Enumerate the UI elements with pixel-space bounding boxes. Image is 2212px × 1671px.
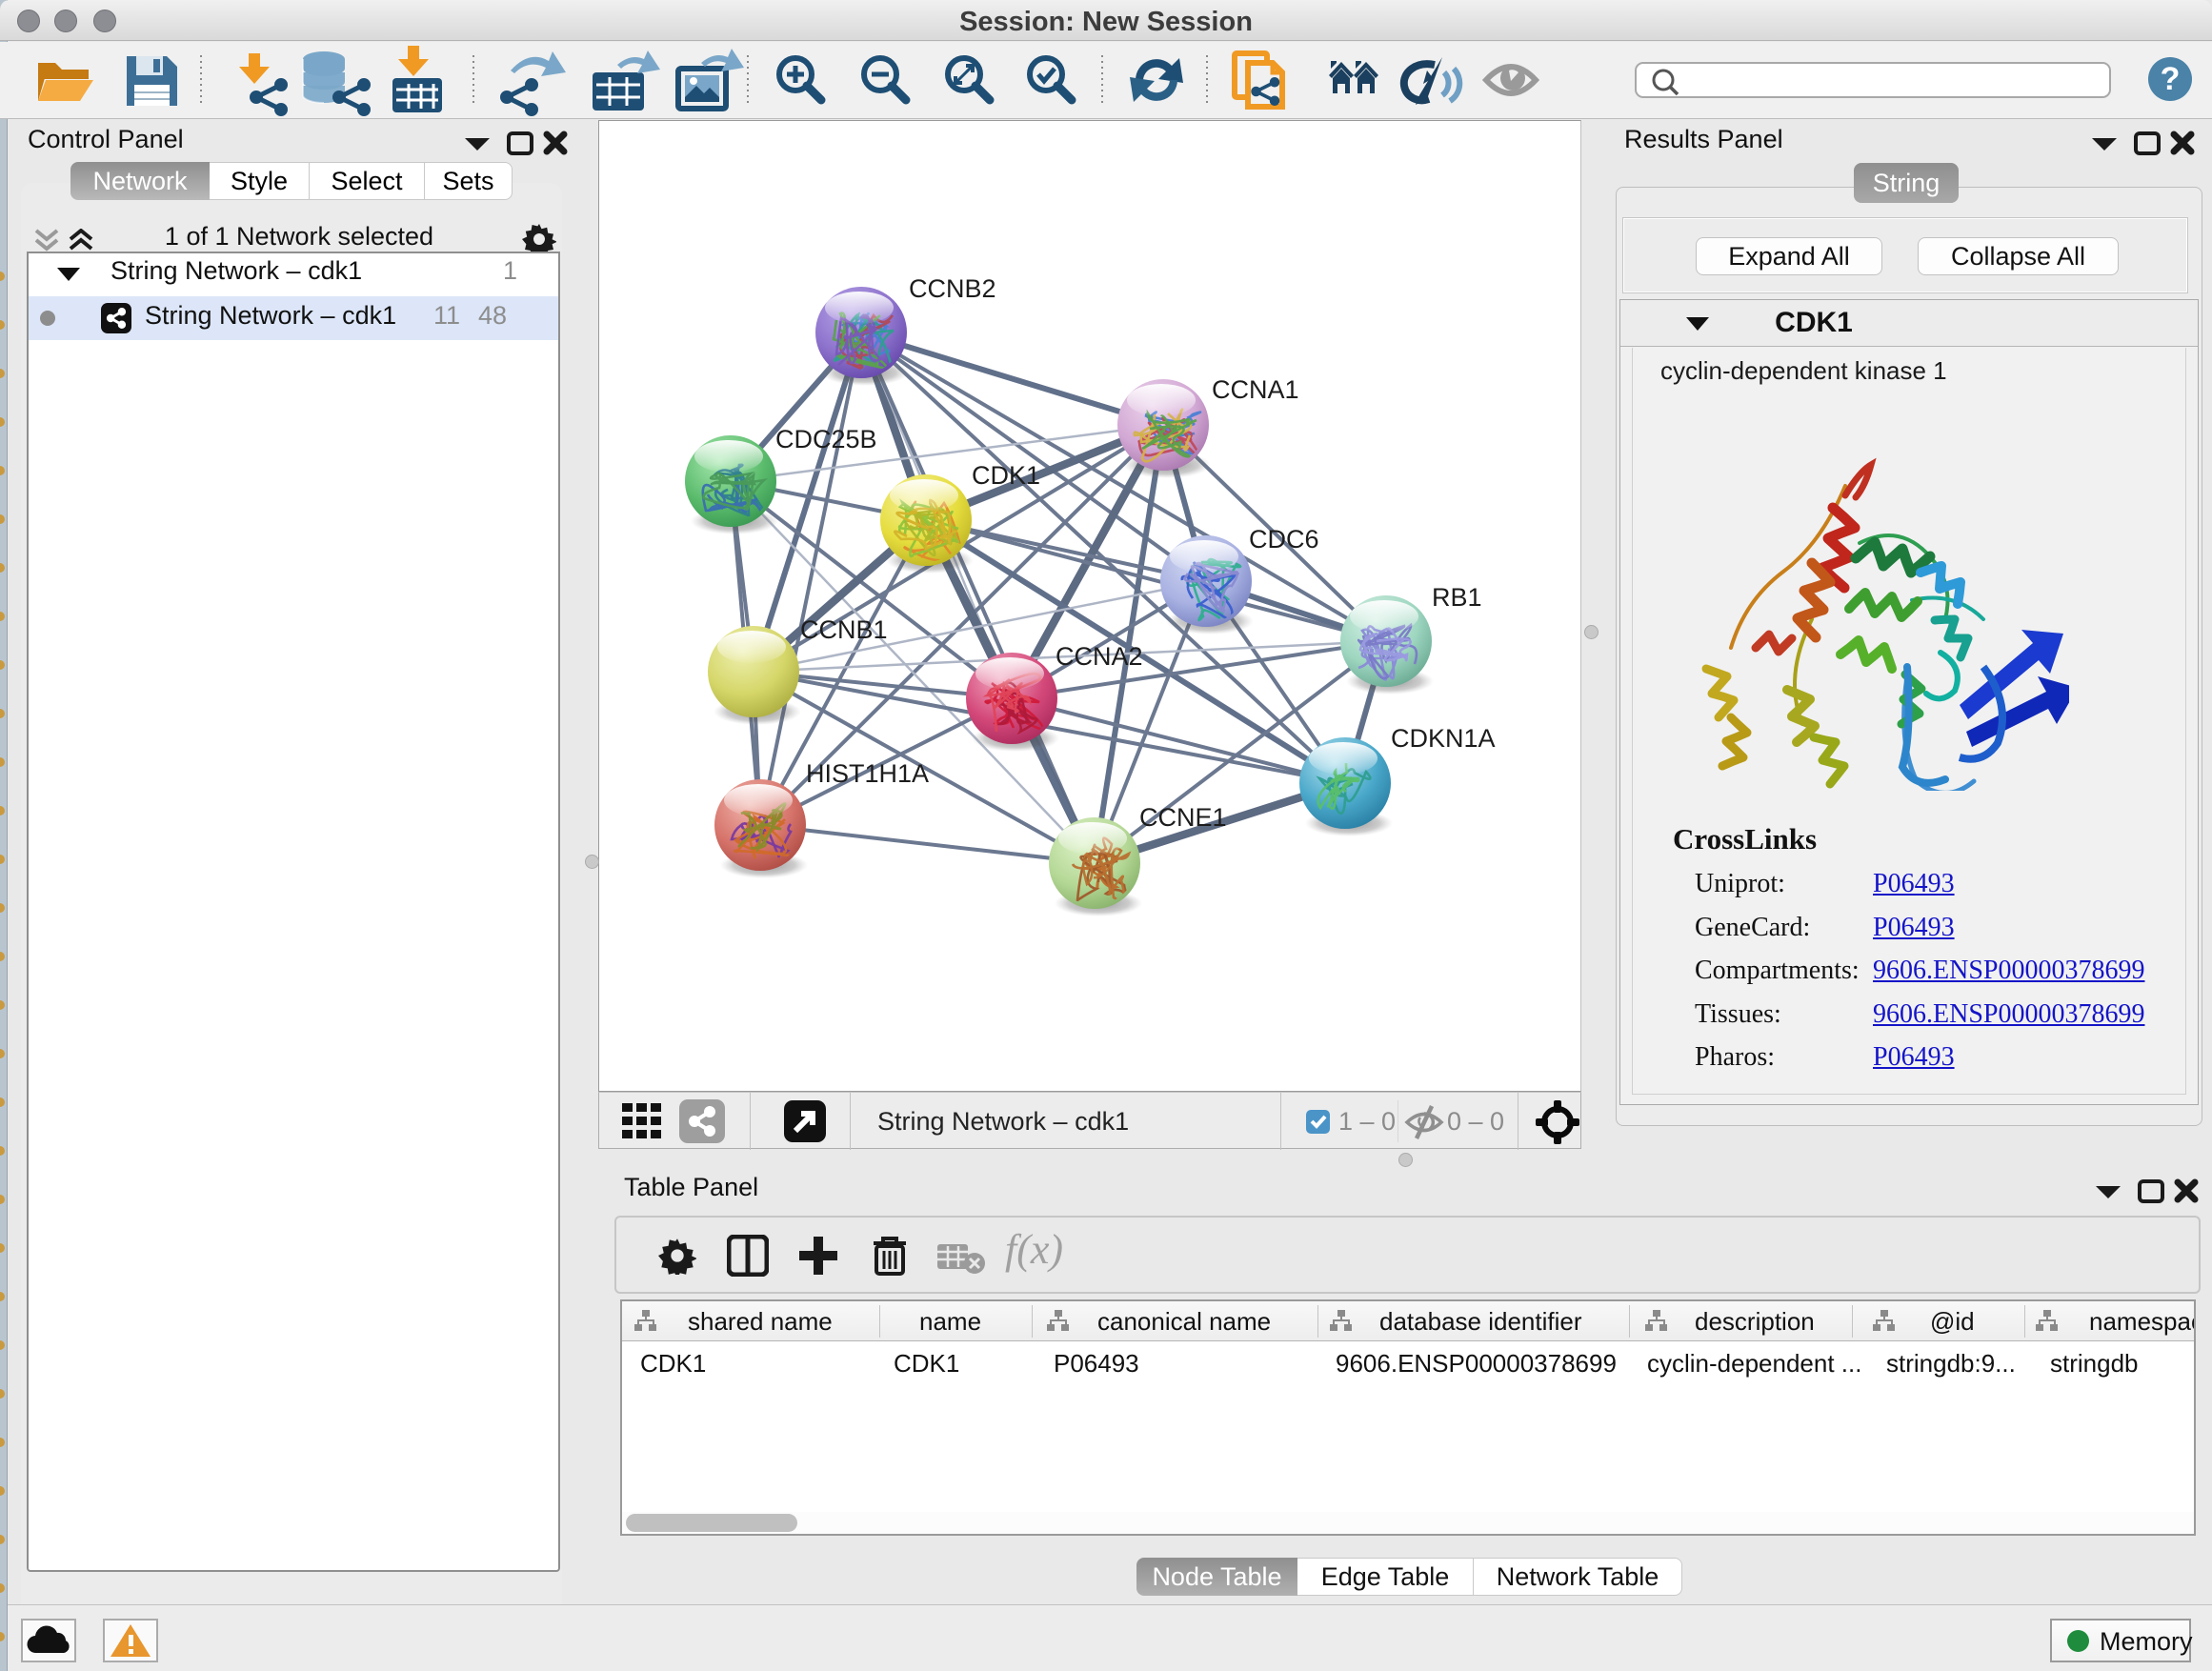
svg-text:CCNB1: CCNB1 xyxy=(800,615,888,644)
svg-text:RB1: RB1 xyxy=(1432,583,1482,612)
svg-text:CDC6: CDC6 xyxy=(1249,525,1319,554)
svg-text:CCNE1: CCNE1 xyxy=(1139,803,1227,832)
svg-text:CDC25B: CDC25B xyxy=(775,425,877,453)
svg-text:HIST1H1A: HIST1H1A xyxy=(806,759,929,788)
svg-text:?: ? xyxy=(2161,61,2181,97)
svg-text:CDKN1A: CDKN1A xyxy=(1391,724,1496,753)
svg-text:CCNA2: CCNA2 xyxy=(1056,642,1143,671)
svg-text:CCNB2: CCNB2 xyxy=(909,274,996,303)
svg-text:CCNA1: CCNA1 xyxy=(1212,375,1299,404)
svg-text:CDK1: CDK1 xyxy=(972,461,1040,490)
